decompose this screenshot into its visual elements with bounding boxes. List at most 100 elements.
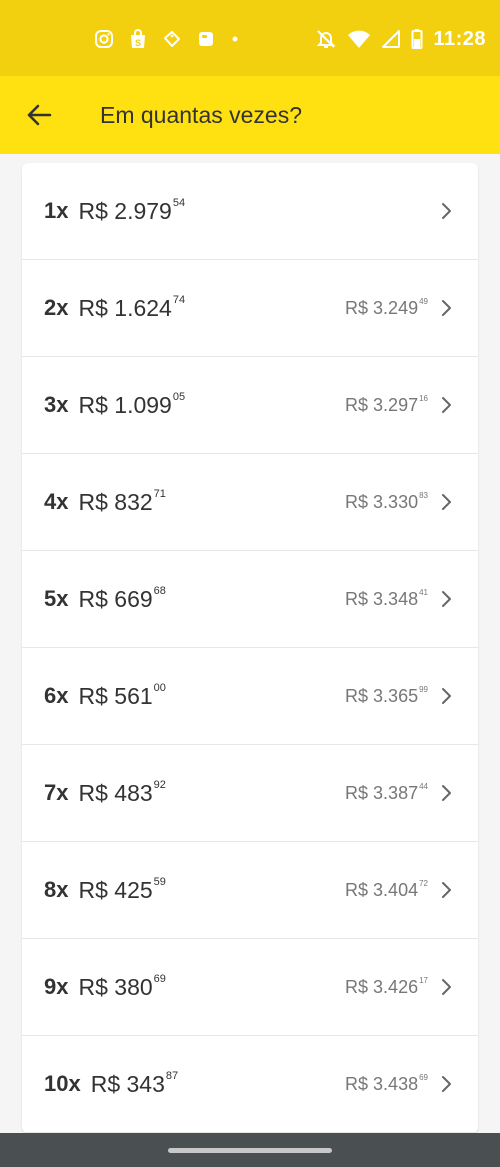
status-bar: S 11:28 bbox=[0, 0, 500, 76]
installment-total-value: R$ 3.330 bbox=[345, 492, 419, 512]
installment-amount: 10x R$ 343 87 bbox=[44, 1069, 178, 1099]
mute-icon bbox=[317, 30, 336, 48]
installment-total-value: R$ 3.348 bbox=[345, 589, 419, 609]
svg-text:S: S bbox=[135, 38, 141, 48]
installment-price-cents: 54 bbox=[172, 197, 186, 209]
installment-total-value: R$ 3.404 bbox=[345, 880, 419, 900]
installment-price-cents: 59 bbox=[153, 876, 166, 888]
installment-total-cents: 83 bbox=[419, 491, 428, 500]
installment-total-value: R$ 3.365 bbox=[345, 686, 419, 706]
installment-total: R$ 3.330 83 bbox=[345, 491, 428, 513]
installment-option-9[interactable]: 9x R$ 380 69 R$ 3.426 17 bbox=[22, 939, 478, 1036]
tag-icon bbox=[164, 31, 180, 47]
installment-amount: 7x R$ 483 92 bbox=[44, 778, 166, 808]
installment-total-cents: 17 bbox=[419, 976, 428, 985]
installment-total-cents: 69 bbox=[419, 1073, 428, 1082]
installment-amount: 5x R$ 669 68 bbox=[44, 584, 166, 614]
instagram-icon bbox=[95, 30, 113, 48]
installment-option-1[interactable]: 1x R$ 2.979 54 bbox=[22, 163, 478, 260]
installment-price-cents: 05 bbox=[172, 391, 186, 403]
installment-count: 1x bbox=[44, 198, 69, 223]
chevron-right-icon bbox=[442, 979, 451, 995]
installment-total: R$ 3.404 72 bbox=[345, 879, 428, 901]
installment-count: 10x bbox=[44, 1071, 81, 1096]
installment-total: R$ 3.297 16 bbox=[345, 394, 428, 416]
installment-price-cents: 68 bbox=[153, 585, 166, 597]
installment-price-cents: 71 bbox=[153, 488, 166, 500]
installment-price-cents: 00 bbox=[153, 682, 166, 694]
navigation-bar bbox=[0, 1133, 500, 1167]
installment-total: R$ 3.426 17 bbox=[345, 976, 428, 998]
chevron-right-icon bbox=[442, 300, 451, 316]
installment-option-3[interactable]: 3x R$ 1.099 05 R$ 3.297 16 bbox=[22, 357, 478, 454]
chevron-right-icon bbox=[442, 882, 451, 898]
installment-total-value: R$ 3.426 bbox=[345, 977, 419, 997]
installment-option-2[interactable]: 2x R$ 1.624 74 R$ 3.249 49 bbox=[22, 260, 478, 357]
installment-total-value: R$ 3.297 bbox=[345, 395, 419, 415]
installment-total: R$ 3.438 69 bbox=[345, 1073, 428, 1095]
chevron-right-icon bbox=[442, 688, 451, 704]
installment-price: R$ 2.979 bbox=[78, 198, 172, 224]
chevron-right-icon bbox=[442, 397, 451, 413]
chevron-right-icon bbox=[442, 785, 451, 801]
installment-total: R$ 3.249 49 bbox=[345, 297, 428, 319]
installment-total-value: R$ 3.387 bbox=[345, 783, 419, 803]
chevron-right-icon bbox=[442, 203, 451, 219]
installment-amount: 3x R$ 1.099 05 bbox=[44, 390, 185, 420]
installment-price: R$ 483 bbox=[78, 780, 153, 806]
installment-price-cents: 92 bbox=[153, 779, 166, 791]
chevron-right-icon bbox=[442, 591, 451, 607]
installment-total: R$ 3.348 41 bbox=[345, 588, 428, 610]
installment-price: R$ 1.099 bbox=[78, 392, 172, 418]
installment-price: R$ 1.624 bbox=[78, 295, 172, 321]
status-bar-system: 11:28 bbox=[315, 27, 486, 51]
app-bar: Em quantas vezes? bbox=[0, 76, 500, 154]
installment-price: R$ 343 bbox=[90, 1071, 165, 1097]
installment-list: 1x R$ 2.979 54 2x R$ 1.624 74 R$ 3.249 49 3x R$ 1… bbox=[22, 163, 478, 1133]
installment-amount: 1x R$ 2.979 54 bbox=[44, 196, 185, 226]
installment-count: 4x bbox=[44, 489, 69, 514]
installment-total-value: R$ 3.438 bbox=[345, 1074, 419, 1094]
installment-total: R$ 3.387 44 bbox=[345, 782, 428, 804]
chevron-right-icon bbox=[442, 1076, 451, 1092]
b-app-icon bbox=[199, 32, 213, 46]
status-bar-notifications: S bbox=[94, 27, 240, 51]
installment-option-4[interactable]: 4x R$ 832 71 R$ 3.330 83 bbox=[22, 454, 478, 551]
installment-count: 2x bbox=[44, 295, 69, 320]
installment-option-7[interactable]: 7x R$ 483 92 R$ 3.387 44 bbox=[22, 745, 478, 842]
installment-count: 8x bbox=[44, 877, 69, 902]
installment-total-cents: 72 bbox=[419, 879, 428, 888]
battery-icon bbox=[411, 29, 423, 49]
dot-icon bbox=[232, 36, 238, 42]
installment-count: 6x bbox=[44, 683, 69, 708]
shopping-bag-icon: S bbox=[131, 29, 145, 48]
arrow-left-icon[interactable] bbox=[24, 100, 54, 130]
installment-price: R$ 561 bbox=[78, 683, 153, 709]
installment-count: 3x bbox=[44, 392, 69, 417]
chevron-right-icon bbox=[442, 494, 451, 510]
installment-total: R$ 3.365 99 bbox=[345, 685, 428, 707]
installment-option-6[interactable]: 6x R$ 561 00 R$ 3.365 99 bbox=[22, 648, 478, 745]
installment-amount: 8x R$ 425 59 bbox=[44, 875, 166, 905]
page-title: Em quantas vezes? bbox=[100, 102, 303, 128]
installment-total-cents: 49 bbox=[419, 297, 428, 306]
installment-count: 9x bbox=[44, 974, 69, 999]
installment-option-5[interactable]: 5x R$ 669 68 R$ 3.348 41 bbox=[22, 551, 478, 648]
installment-count: 5x bbox=[44, 586, 69, 611]
installment-price-cents: 87 bbox=[165, 1070, 179, 1082]
installment-price: R$ 669 bbox=[78, 586, 153, 612]
installment-price: R$ 425 bbox=[78, 877, 153, 903]
installment-option-8[interactable]: 8x R$ 425 59 R$ 3.404 72 bbox=[22, 842, 478, 939]
installment-price: R$ 832 bbox=[78, 489, 153, 515]
installment-total-cents: 41 bbox=[419, 588, 428, 597]
installment-option-10[interactable]: 10x R$ 343 87 R$ 3.438 69 bbox=[22, 1036, 478, 1133]
wifi-icon bbox=[348, 30, 371, 48]
home-handle[interactable] bbox=[168, 1148, 332, 1153]
installment-price-cents: 74 bbox=[172, 294, 186, 306]
installment-total-cents: 99 bbox=[419, 685, 428, 694]
installment-amount: 4x R$ 832 71 bbox=[44, 487, 166, 517]
installment-count: 7x bbox=[44, 780, 69, 805]
status-time: 11:28 bbox=[433, 27, 486, 50]
installment-price-cents: 69 bbox=[153, 973, 166, 985]
installment-total-cents: 44 bbox=[419, 782, 428, 791]
